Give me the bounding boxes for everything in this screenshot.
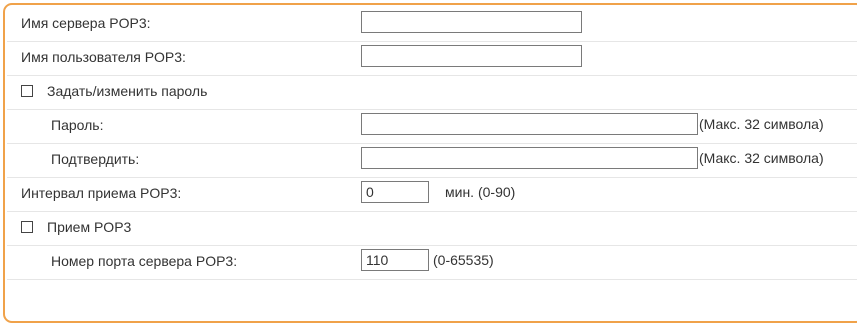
interval-label: Интервал приема POP3: — [21, 185, 182, 201]
pop3-receive-checkbox[interactable] — [21, 221, 33, 233]
port-range-hint: (0-65535) — [433, 252, 494, 268]
set-password-checkbox[interactable] — [21, 85, 33, 97]
password-row: Пароль: (Макс. 32 символа) — [7, 109, 857, 144]
port-input[interactable] — [361, 249, 429, 271]
pop3-server-label: Имя сервера POP3: — [21, 15, 151, 31]
confirm-input[interactable] — [361, 147, 698, 169]
set-password-row: Задать/изменить пароль — [7, 75, 857, 110]
password-input[interactable] — [361, 113, 698, 135]
pop3-server-row: Имя сервера POP3: — [7, 7, 857, 42]
confirm-row: Подтвердить: (Макс. 32 символа) — [7, 143, 857, 178]
password-max-hint: (Макс. 32 символа) — [699, 116, 824, 132]
pop3-settings-panel: Имя сервера POP3: Имя пользователя POP3:… — [3, 3, 857, 323]
port-label: Номер порта сервера POP3: — [51, 253, 238, 269]
pop3-server-input[interactable] — [361, 11, 582, 33]
pop3-user-row: Имя пользователя POP3: — [7, 41, 857, 76]
confirm-label: Подтвердить: — [51, 151, 140, 167]
pop3-receive-label[interactable]: Прием POP3 — [47, 219, 131, 235]
pop3-receive-row: Прием POP3 — [7, 211, 857, 246]
pop3-user-label: Имя пользователя POP3: — [21, 49, 186, 65]
password-label: Пароль: — [51, 117, 104, 133]
pop3-user-input[interactable] — [361, 45, 582, 67]
interval-row: Интервал приема POP3: мин. (0-90) — [7, 177, 857, 212]
port-row: Номер порта сервера POP3: (0-65535) — [7, 245, 857, 280]
set-password-label[interactable]: Задать/изменить пароль — [47, 83, 207, 99]
confirm-max-hint: (Макс. 32 символа) — [699, 150, 824, 166]
interval-input[interactable] — [361, 181, 429, 203]
interval-range-hint: мин. (0-90) — [445, 184, 516, 200]
